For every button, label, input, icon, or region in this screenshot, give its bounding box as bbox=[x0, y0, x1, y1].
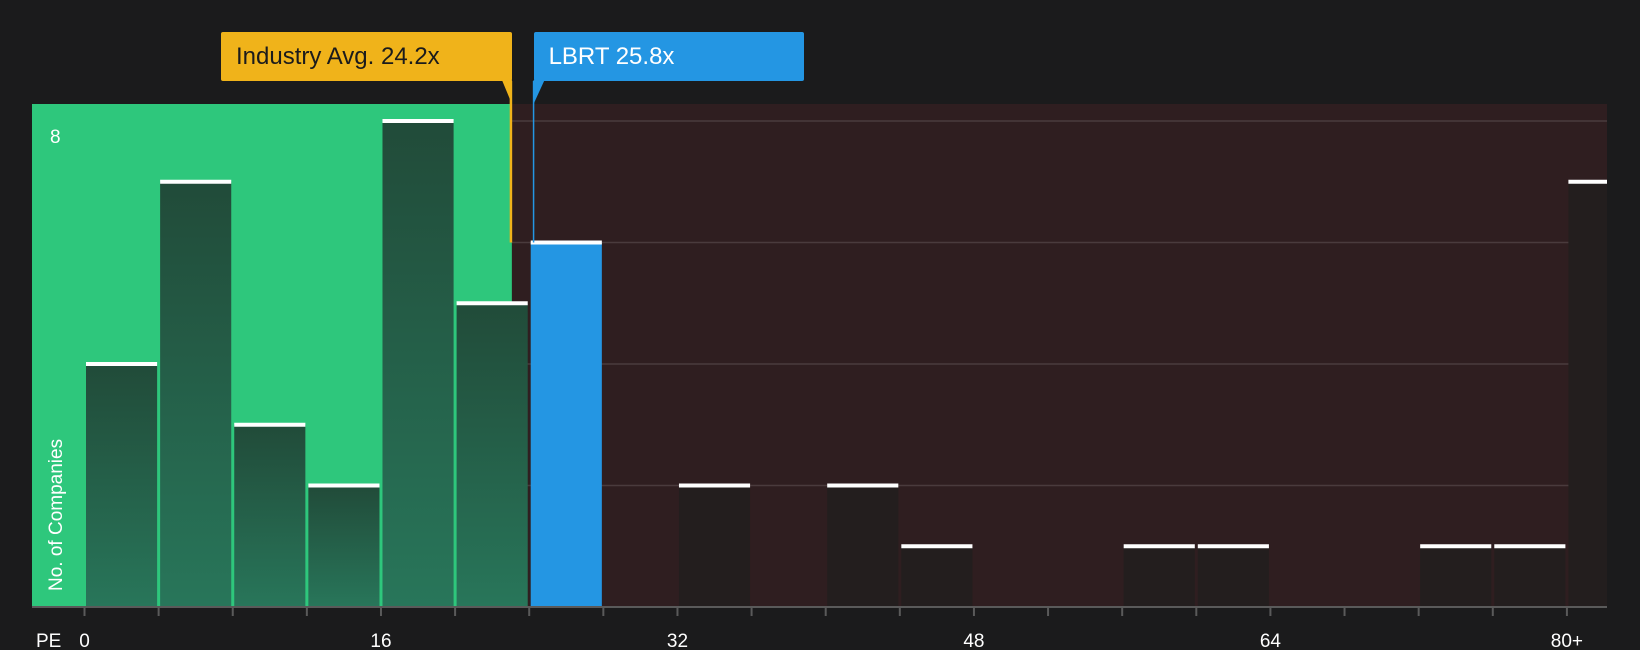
histogram-bar bbox=[1123, 546, 1195, 607]
histogram-bar bbox=[1494, 546, 1566, 607]
x-tick-label: 80+ bbox=[1551, 631, 1583, 650]
pe-distribution-chart: 0 16 32 48 64 80+ 8 No. of Companies PE bbox=[32, 80, 1607, 650]
histogram-bar bbox=[827, 485, 899, 607]
bar-cap bbox=[1568, 179, 1607, 184]
histogram-bar bbox=[308, 485, 380, 607]
bar-cap bbox=[1123, 544, 1195, 549]
bar-cap bbox=[234, 422, 306, 427]
histogram-bar bbox=[456, 303, 528, 607]
bar-cap bbox=[308, 483, 380, 488]
histogram-bar bbox=[1568, 181, 1607, 607]
bar-cap bbox=[901, 544, 973, 549]
histogram-bar bbox=[234, 424, 306, 607]
x-tick-label: 16 bbox=[370, 631, 391, 650]
histogram-bar bbox=[382, 121, 454, 607]
company-label: LBRT 25.8x bbox=[548, 43, 675, 70]
bar-cap bbox=[382, 119, 454, 123]
company-callout: LBRT 25.8x bbox=[533, 32, 804, 81]
bar-cap bbox=[160, 179, 232, 184]
bar-cap bbox=[456, 301, 528, 306]
histogram-bar bbox=[160, 181, 232, 607]
x-tick-label: 48 bbox=[963, 631, 984, 650]
x-tick-label: 0 bbox=[79, 631, 90, 650]
x-axis-ticks: 0 16 32 48 64 80+ bbox=[79, 607, 1583, 650]
bar-cap bbox=[86, 362, 158, 366]
histogram-bar bbox=[678, 485, 751, 607]
bar-cap bbox=[530, 240, 602, 245]
x-tick-label: 64 bbox=[1260, 631, 1282, 650]
y-tick-label: 8 bbox=[50, 127, 61, 148]
industry-avg-label: Industry Avg. 24.2x bbox=[236, 43, 440, 70]
overvalued-zone bbox=[511, 104, 1607, 607]
bar-cap bbox=[1420, 544, 1492, 549]
y-axis-label: No. of Companies bbox=[46, 439, 67, 591]
histogram-bar bbox=[1197, 546, 1269, 607]
company-pointer bbox=[533, 80, 545, 104]
x-axis-label: PE bbox=[36, 631, 61, 650]
histogram-bar bbox=[530, 242, 602, 607]
bar-cap bbox=[827, 483, 899, 488]
bar-cap bbox=[1197, 544, 1269, 549]
histogram-bar bbox=[1420, 546, 1492, 607]
histogram-bar bbox=[901, 546, 973, 607]
bar-cap bbox=[1494, 544, 1566, 549]
bar-cap bbox=[678, 483, 751, 488]
histogram-bar bbox=[86, 364, 158, 607]
industry-avg-callout: Industry Avg. 24.2x bbox=[221, 32, 512, 81]
x-tick-label: 32 bbox=[667, 631, 688, 650]
